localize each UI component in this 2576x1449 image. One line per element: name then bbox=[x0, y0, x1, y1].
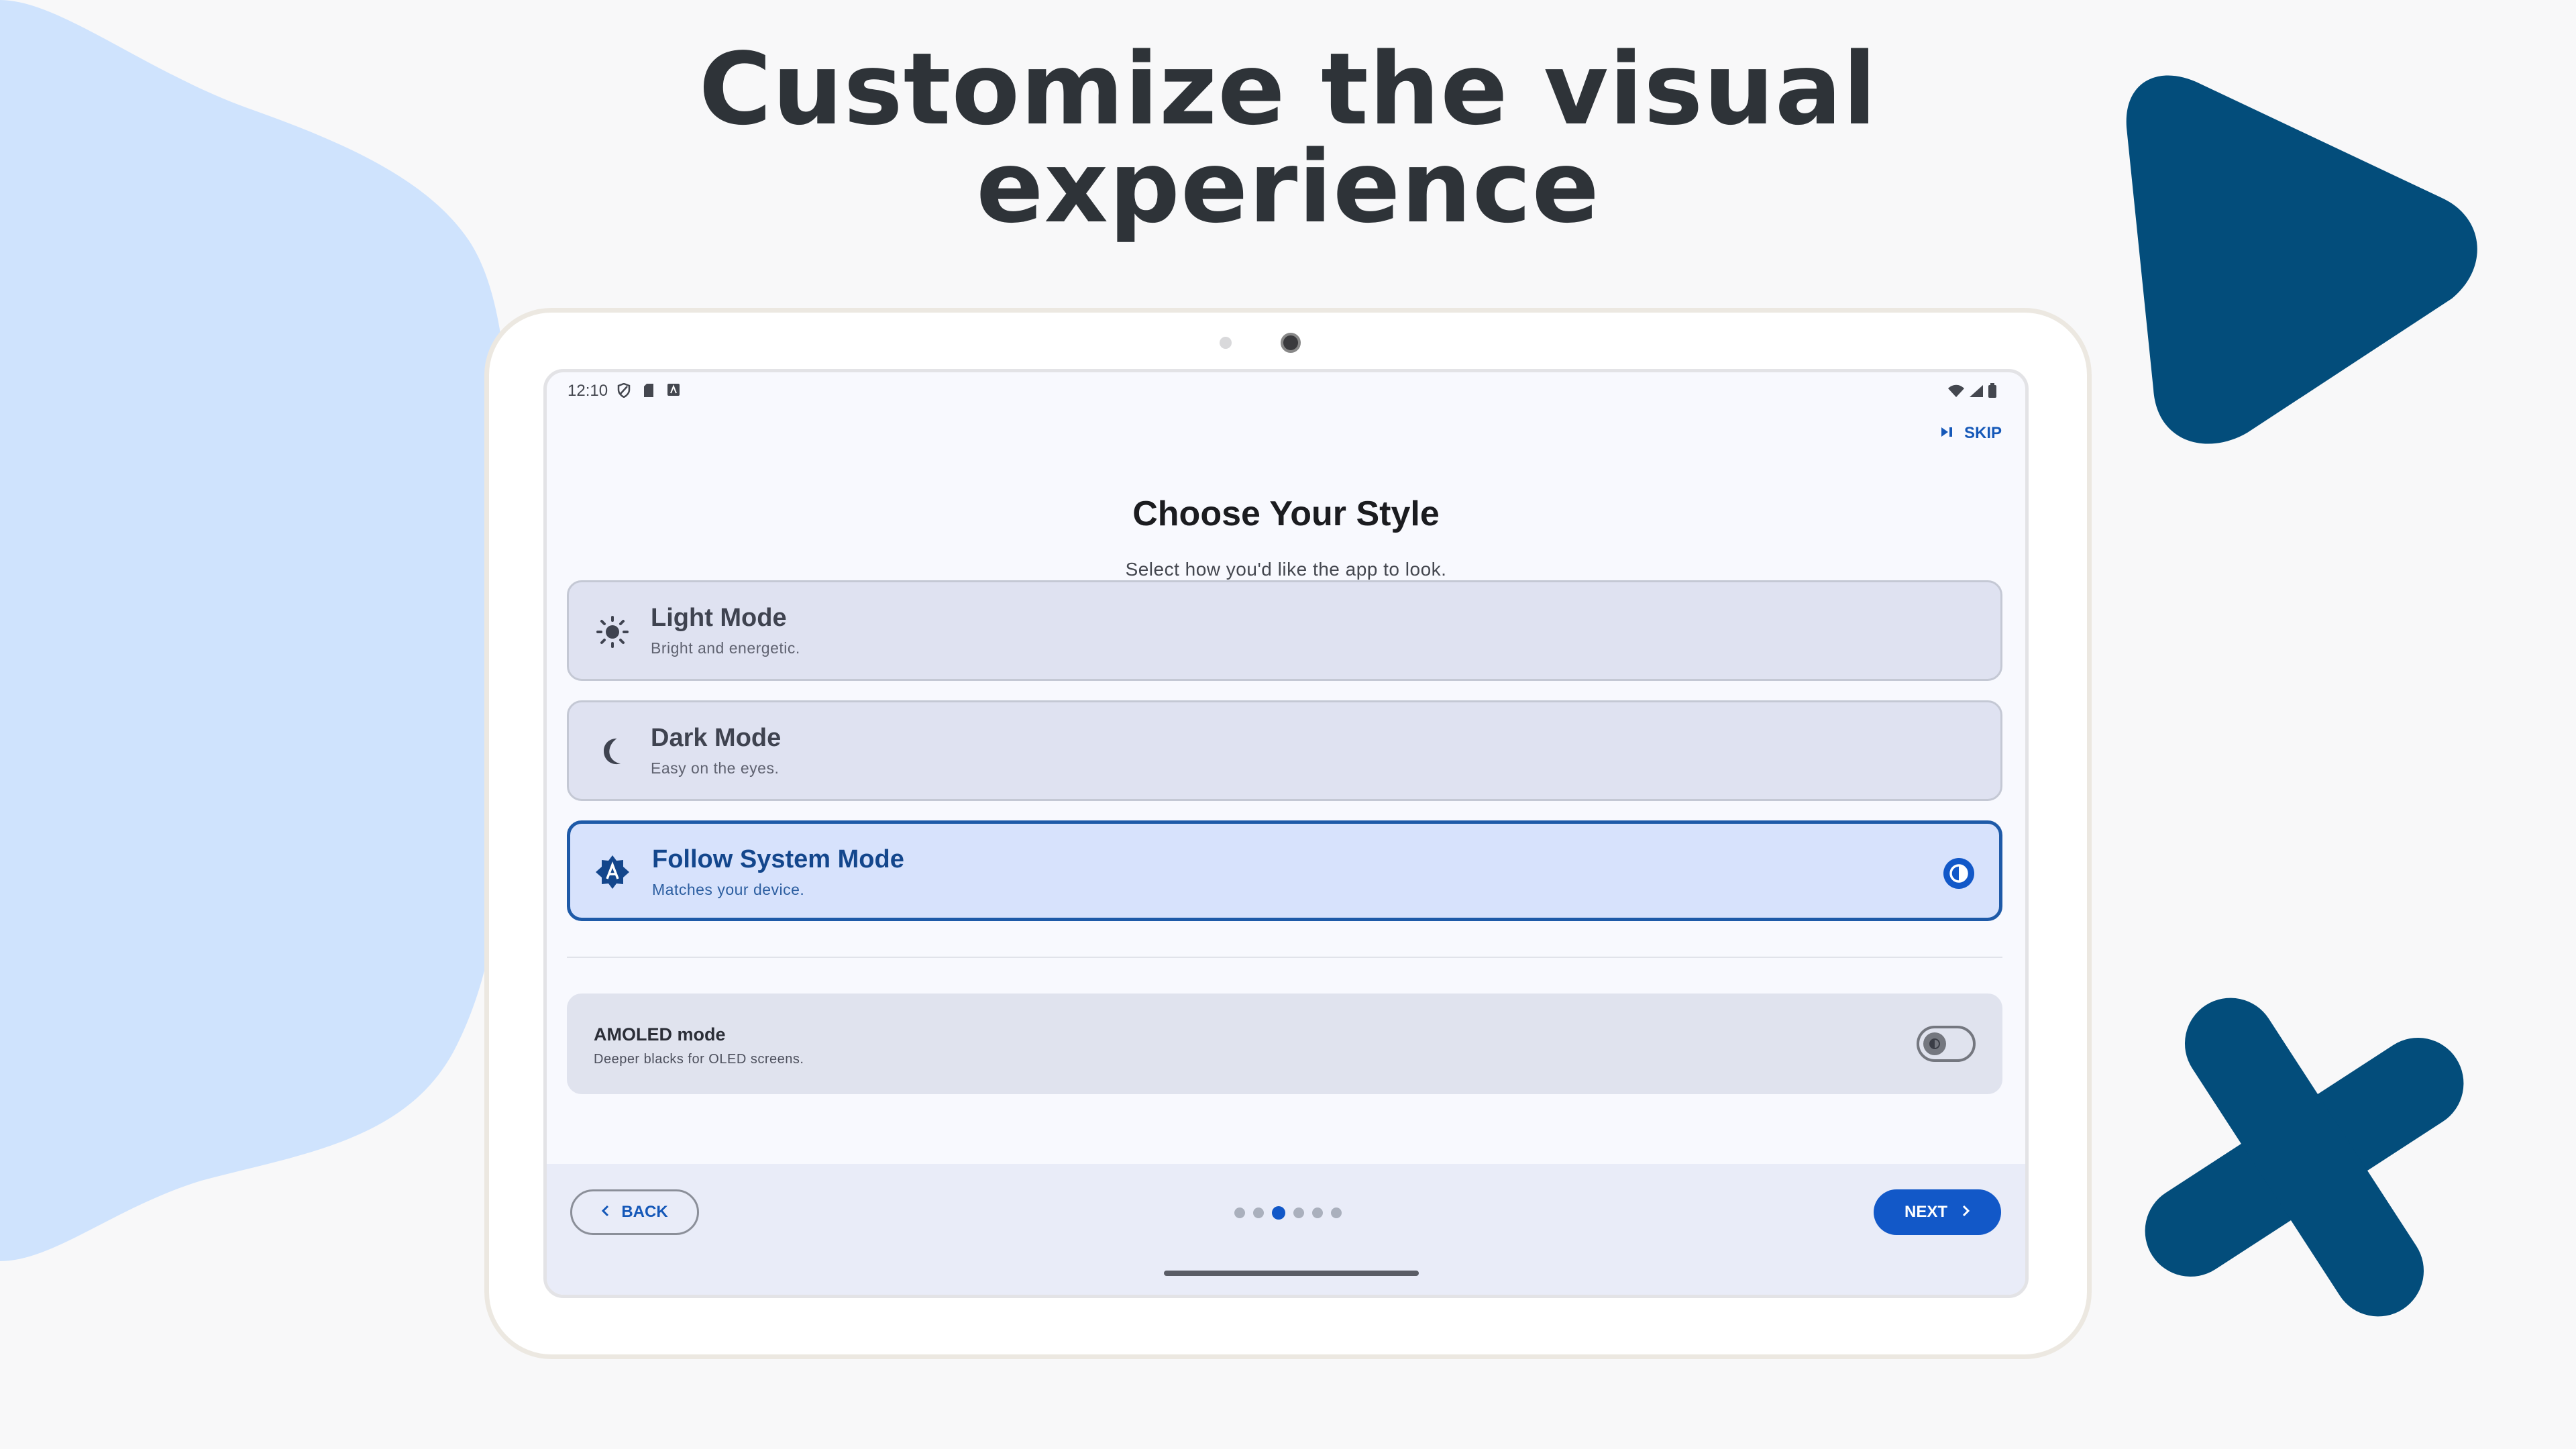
option-description: Bright and energetic. bbox=[651, 639, 800, 657]
amoled-title: AMOLED mode bbox=[594, 1024, 726, 1044]
option-description: Matches your device. bbox=[652, 881, 805, 898]
page-dot bbox=[1253, 1208, 1264, 1218]
bottom-navigation-bar: BACK NEXT bbox=[547, 1164, 2025, 1295]
option-description: Easy on the eyes. bbox=[651, 759, 780, 777]
page-dot bbox=[1312, 1208, 1323, 1218]
amoled-setting: AMOLED mode Deeper blacks for OLED scree… bbox=[567, 994, 2002, 1094]
page-dot-active bbox=[1272, 1206, 1285, 1220]
device-screen: 12:10 SKIP Choose Your Style Select how … bbox=[543, 369, 2029, 1298]
gesture-home-bar[interactable] bbox=[1164, 1271, 1419, 1276]
amoled-toggle[interactable] bbox=[1917, 1026, 1976, 1062]
headline: Customize the visual experience bbox=[0, 32, 2576, 245]
battery-icon bbox=[1988, 383, 1997, 398]
toggle-knob bbox=[1923, 1032, 1946, 1055]
back-button[interactable]: BACK bbox=[570, 1189, 699, 1235]
option-follow-system-mode[interactable]: Follow System Mode Matches your device. bbox=[567, 820, 2002, 921]
selected-contrast-icon bbox=[1943, 857, 1975, 890]
next-label: NEXT bbox=[1904, 1203, 1947, 1221]
sun-icon bbox=[594, 614, 631, 650]
wifi-icon bbox=[1947, 384, 1965, 398]
app-notification-icon bbox=[667, 383, 680, 398]
cross-shape bbox=[2145, 998, 2464, 1317]
option-title: Dark Mode bbox=[651, 724, 782, 752]
headline-line-2: experience bbox=[976, 129, 1600, 245]
option-title: Light Mode bbox=[651, 604, 787, 632]
chevron-right-icon bbox=[1962, 1203, 1970, 1222]
skip-button[interactable]: SKIP bbox=[1940, 424, 2002, 443]
back-label: BACK bbox=[621, 1203, 668, 1221]
status-time: 12:10 bbox=[568, 382, 608, 400]
headline-line-1: Customize the visual bbox=[698, 32, 1878, 147]
page-dot bbox=[1331, 1208, 1342, 1218]
amoled-description: Deeper blacks for OLED screens. bbox=[594, 1052, 804, 1067]
option-title: Follow System Mode bbox=[652, 845, 904, 873]
page-title: Choose Your Style bbox=[1132, 494, 1440, 533]
section-divider bbox=[567, 957, 2002, 958]
sd-card-icon bbox=[643, 383, 655, 398]
page-subtitle: Select how you'd like the app to look. bbox=[1125, 559, 1447, 580]
skip-next-icon bbox=[1940, 424, 1953, 443]
chevron-left-icon bbox=[601, 1203, 609, 1222]
page-dot bbox=[1234, 1208, 1245, 1218]
signal-icon bbox=[1969, 384, 1984, 398]
shield-icon bbox=[617, 383, 631, 398]
option-dark-mode[interactable]: Dark Mode Easy on the eyes. bbox=[567, 700, 2002, 801]
moon-icon bbox=[594, 734, 631, 770]
light-sensor bbox=[1220, 337, 1232, 349]
front-camera bbox=[1281, 333, 1301, 353]
page-indicator bbox=[1234, 1206, 1342, 1220]
status-bar: 12:10 bbox=[547, 372, 2025, 406]
page-dot bbox=[1293, 1208, 1304, 1218]
skip-label: SKIP bbox=[1964, 424, 2002, 442]
option-light-mode[interactable]: Light Mode Bright and energetic. bbox=[567, 580, 2002, 681]
auto-brightness-icon bbox=[594, 854, 631, 890]
next-button[interactable]: NEXT bbox=[1874, 1189, 2001, 1235]
